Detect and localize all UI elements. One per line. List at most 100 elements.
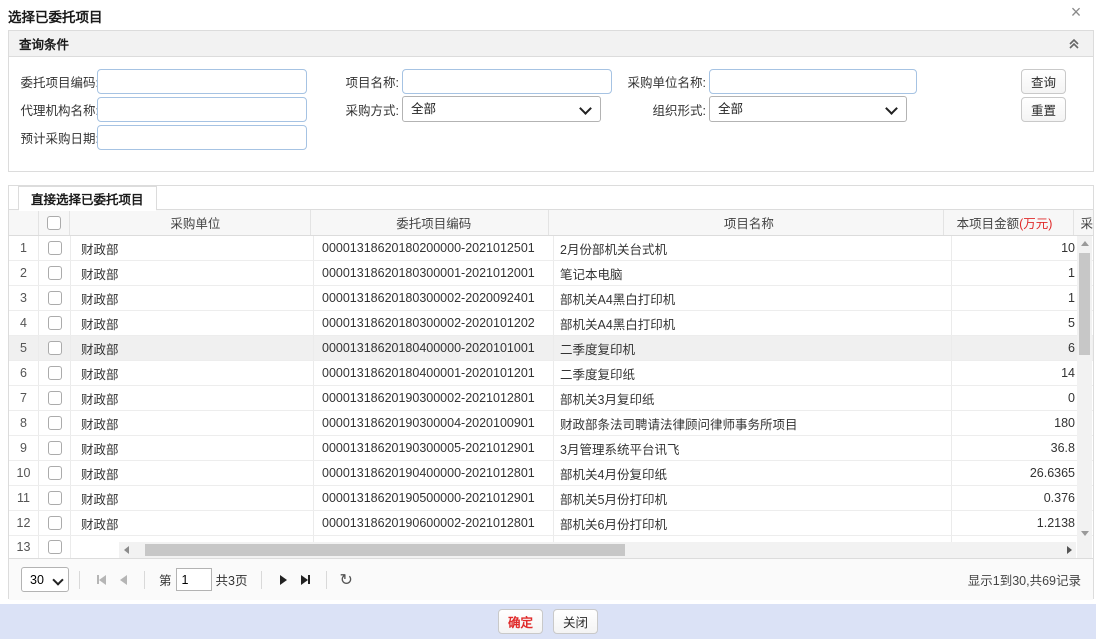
- page-size-select[interactable]: 30: [21, 567, 69, 592]
- project-table-panel: 直接选择已委托项目 采购单位 委托项目编码 项目名称 本项目金额(万元) 采 1…: [8, 185, 1094, 599]
- row-checkbox[interactable]: [48, 241, 62, 255]
- header-entrust-code[interactable]: 委托项目编码: [311, 210, 549, 235]
- row-number: 2: [9, 261, 39, 285]
- row-number: 7: [9, 386, 39, 410]
- cell-purchase-unit: 财政部: [71, 236, 314, 260]
- table-row[interactable]: 6 财政部 00001318620180400001-2020101201 二季…: [9, 361, 1093, 386]
- cell-project-name: 部机关3月复印纸: [554, 386, 952, 410]
- select-entrusted-project-dialog: 选择已委托项目 × 查询条件 委托项目编码: 项目名称: 采购单位名称:: [0, 0, 1096, 639]
- cell-project-name: 3月管理系统平台讯飞: [554, 436, 952, 460]
- table-row[interactable]: 11 财政部 00001318620190500000-2021012901 部…: [9, 486, 1093, 511]
- scroll-right-icon[interactable]: [1062, 542, 1076, 558]
- org-form-select[interactable]: 全部: [709, 96, 907, 122]
- row-number: 6: [9, 361, 39, 385]
- row-checkbox[interactable]: [48, 266, 62, 280]
- cell-purchase-unit: 财政部: [71, 511, 314, 535]
- cell-project-name: 2月份部机关台式机: [554, 236, 952, 260]
- page-number-input[interactable]: [176, 568, 212, 591]
- row-checkbox[interactable]: [48, 466, 62, 480]
- last-page-button[interactable]: [294, 569, 316, 591]
- tab-direct-select[interactable]: 直接选择已委托项目: [18, 186, 157, 210]
- header-purchase-unit[interactable]: 采购单位: [70, 210, 311, 235]
- entrust-code-input[interactable]: [97, 69, 307, 94]
- row-checkbox[interactable]: [48, 341, 62, 355]
- cell-entrust-code: 00001318620180400001-2020101201: [314, 361, 554, 385]
- row-checkbox[interactable]: [48, 540, 62, 554]
- expected-date-input[interactable]: [97, 125, 307, 150]
- row-checkbox[interactable]: [48, 441, 62, 455]
- header-truncated-column: 采: [1074, 210, 1093, 235]
- page-size-select-wrap: 30: [21, 567, 69, 592]
- header-project-name[interactable]: 项目名称: [549, 210, 943, 235]
- cell-purchase-unit: 财政部: [71, 311, 314, 335]
- cell-project-name: 部机关5月份打印机: [554, 486, 952, 510]
- purchase-method-select[interactable]: 全部: [402, 96, 601, 122]
- row-checkbox-cell: [39, 336, 71, 360]
- close-icon[interactable]: ×: [1066, 2, 1086, 22]
- row-checkbox[interactable]: [48, 291, 62, 305]
- table-row[interactable]: 9 财政部 00001318620190300005-2021012901 3月…: [9, 436, 1093, 461]
- scroll-left-icon[interactable]: [119, 542, 133, 558]
- vertical-scroll-thumb[interactable]: [1079, 253, 1090, 355]
- cell-purchase-unit: 财政部: [71, 411, 314, 435]
- next-page-button[interactable]: [272, 569, 294, 591]
- cell-entrust-code: 00001318620180300001-2021012001: [314, 261, 554, 285]
- cell-entrust-code: 00001318620180300002-2020101202: [314, 311, 554, 335]
- scroll-up-icon[interactable]: [1077, 236, 1092, 251]
- confirm-button[interactable]: 确定: [498, 609, 543, 634]
- table-row[interactable]: 3 财政部 00001318620180300002-2020092401 部机…: [9, 286, 1093, 311]
- reset-button[interactable]: 重置: [1021, 97, 1066, 122]
- row-checkbox[interactable]: [48, 316, 62, 330]
- table-row[interactable]: 12 财政部 00001318620190600002-2021012801 部…: [9, 511, 1093, 536]
- prev-page-button[interactable]: [112, 569, 134, 591]
- vertical-scrollbar[interactable]: [1077, 236, 1092, 558]
- table-row[interactable]: 4 财政部 00001318620180300002-2020101202 部机…: [9, 311, 1093, 336]
- horizontal-scroll-thumb[interactable]: [145, 544, 625, 556]
- project-name-input[interactable]: [402, 69, 612, 94]
- header-amount-unit: (万元): [1019, 213, 1052, 232]
- table-row[interactable]: 5 财政部 00001318620180400000-2020101001 二季…: [9, 336, 1093, 361]
- row-checkbox[interactable]: [48, 391, 62, 405]
- entrust-code-label: 委托项目编码:: [21, 72, 99, 91]
- cell-project-name: 笔记本电脑: [554, 261, 952, 285]
- row-checkbox[interactable]: [48, 416, 62, 430]
- table-row[interactable]: 7 财政部 00001318620190300002-2021012801 部机…: [9, 386, 1093, 411]
- query-panel: 查询条件 委托项目编码: 项目名称: 采购单位名称: 代理机构名称: [8, 30, 1094, 172]
- refresh-icon[interactable]: ↻: [339, 570, 352, 590]
- row-checkbox-cell: [39, 461, 71, 485]
- row-number: 11: [9, 486, 39, 510]
- dialog-title: 选择已委托项目: [8, 6, 103, 26]
- last-page-icon: [301, 575, 308, 585]
- header-amount[interactable]: 本项目金额(万元): [944, 210, 1075, 235]
- cell-project-name: 部机关A4黑白打印机: [554, 286, 952, 310]
- total-pages-label: 共3页: [216, 570, 248, 589]
- horizontal-scrollbar[interactable]: [119, 542, 1076, 558]
- collapse-panel-button[interactable]: [1065, 35, 1083, 53]
- table-row[interactable]: 8 财政部 00001318620190300004-2020100901 财政…: [9, 411, 1093, 436]
- agency-name-label: 代理机构名称:: [21, 100, 99, 119]
- agency-name-input[interactable]: [97, 97, 307, 122]
- close-button[interactable]: 关闭: [553, 609, 598, 634]
- cell-project-name: 部机关A4黑白打印机: [554, 311, 952, 335]
- scroll-down-icon[interactable]: [1077, 526, 1092, 541]
- cell-amount: 0: [952, 386, 1084, 410]
- first-page-button[interactable]: [90, 569, 112, 591]
- row-number: 8: [9, 411, 39, 435]
- row-checkbox[interactable]: [48, 516, 62, 530]
- dialog-footer: 确定 关闭: [0, 604, 1096, 639]
- row-checkbox[interactable]: [48, 491, 62, 505]
- table-row[interactable]: 10 财政部 00001318620190400000-2021012801 部…: [9, 461, 1093, 486]
- header-checkbox-cell: [39, 210, 71, 235]
- cell-project-name: 部机关6月份打印机: [554, 511, 952, 535]
- cell-amount: 10: [952, 236, 1084, 260]
- purchase-unit-input[interactable]: [709, 69, 917, 94]
- table-row[interactable]: 2 财政部 00001318620180300001-2021012001 笔记…: [9, 261, 1093, 286]
- select-all-checkbox[interactable]: [47, 216, 61, 230]
- table-row[interactable]: 1 财政部 00001318620180200000-2021012501 2月…: [9, 236, 1093, 261]
- search-button[interactable]: 查询: [1021, 69, 1066, 94]
- row-checkbox[interactable]: [48, 366, 62, 380]
- cell-entrust-code: 00001318620180300002-2020092401: [314, 286, 554, 310]
- header-row-number: [9, 210, 39, 235]
- cell-entrust-code: 00001318620190600002-2021012801: [314, 511, 554, 535]
- cell-project-name: 二季度复印纸: [554, 361, 952, 385]
